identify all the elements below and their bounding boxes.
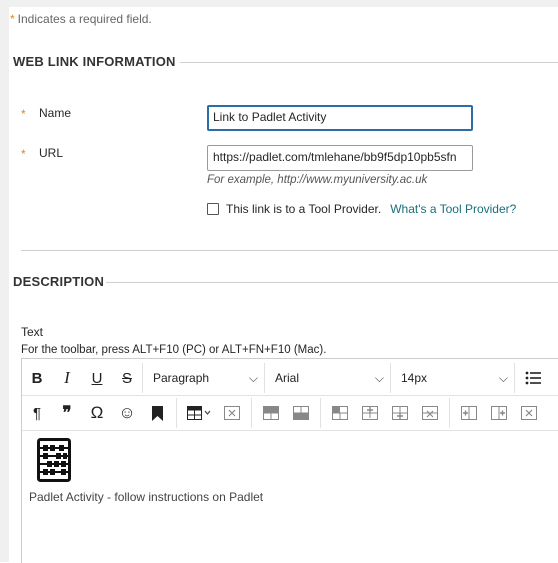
- font-family-value: Arial: [275, 371, 300, 385]
- web-link-section-title: WEB LINK INFORMATION: [13, 54, 176, 69]
- bullet-list-button[interactable]: [514, 363, 554, 393]
- url-field-label: * URL: [21, 146, 64, 161]
- emoji-button[interactable]: ☺: [112, 398, 142, 428]
- italic-button[interactable]: I: [52, 363, 82, 393]
- toolbar-separator: [251, 398, 252, 428]
- required-star-icon: *: [21, 107, 26, 121]
- editor-toolbar-help: For the toolbar, press ALT+F10 (PC) or A…: [21, 344, 327, 356]
- editor-content-area[interactable]: Padlet Activity - follow instructions on…: [22, 431, 558, 561]
- top-strip: [0, 0, 558, 7]
- bookmark-icon: [151, 405, 163, 421]
- merge-cells-button[interactable]: [325, 398, 355, 428]
- tool-provider-help-link[interactable]: What's a Tool Provider?: [390, 202, 516, 216]
- strikethrough-button[interactable]: S: [112, 363, 142, 393]
- section-divider: [21, 250, 558, 251]
- rich-text-editor: B I U S Paragraph ⌵ Arial ⌵ 14px ⌵ ¶ ❞ Ω…: [21, 358, 558, 563]
- insert-row-before-icon: [362, 406, 378, 420]
- delete-table-icon: [224, 406, 240, 420]
- tool-provider-label: This link is to a Tool Provider.: [226, 202, 382, 216]
- toolbar-separator: [449, 398, 450, 428]
- table-row-props-button[interactable]: [256, 398, 286, 428]
- toolbar-row-1: B I U S Paragraph ⌵ Arial ⌵ 14px ⌵: [22, 361, 558, 396]
- font-family-select[interactable]: Arial ⌵: [264, 363, 390, 393]
- required-note-text: Indicates a required field.: [17, 12, 152, 26]
- name-input[interactable]: Link to Padlet Activity: [207, 105, 473, 131]
- insert-column-before-button[interactable]: [454, 398, 484, 428]
- delete-column-icon: [521, 406, 537, 420]
- editor-content-text: Padlet Activity - follow instructions on…: [29, 490, 264, 504]
- url-hint: For example, http://www.myuniversity.ac.…: [207, 174, 428, 186]
- delete-row-icon: [422, 406, 438, 420]
- table-cell-properties-icon: [293, 406, 309, 420]
- insert-column-before-icon: [461, 406, 477, 420]
- bookmark-button[interactable]: [142, 398, 172, 428]
- delete-table-button[interactable]: [217, 398, 247, 428]
- insert-row-before-button[interactable]: [355, 398, 385, 428]
- block-format-value: Paragraph: [153, 371, 210, 385]
- toolbar-separator: [320, 398, 321, 428]
- underline-button[interactable]: U: [82, 363, 112, 393]
- block-format-select[interactable]: Paragraph ⌵: [142, 363, 264, 393]
- abacus-icon: [37, 438, 71, 482]
- toolbar-row-2: ¶ ❞ Ω ☺: [22, 396, 558, 431]
- name-field-label: * Name: [21, 106, 72, 121]
- delete-row-button[interactable]: [415, 398, 445, 428]
- table-cell-props-button[interactable]: [286, 398, 316, 428]
- chevron-down-icon: ⌵: [248, 370, 258, 385]
- insert-row-after-icon: [392, 406, 408, 420]
- font-size-value: 14px: [401, 371, 428, 385]
- bullet-list-icon: [525, 371, 541, 385]
- table-row-properties-icon: [263, 406, 279, 420]
- paragraph-mark-button[interactable]: ¶: [22, 398, 52, 428]
- left-gutter: [0, 0, 9, 562]
- required-star-icon: *: [10, 12, 15, 26]
- insert-table-button[interactable]: [181, 398, 217, 428]
- url-input[interactable]: https://padlet.com/tmlehane/bb9f5dp10pb5…: [207, 145, 473, 171]
- bold-button[interactable]: B: [22, 363, 52, 393]
- chevron-down-icon: ⌵: [374, 370, 384, 385]
- section-rule: [180, 62, 558, 63]
- description-section-title: DESCRIPTION: [13, 274, 105, 289]
- table-icon: [187, 406, 211, 420]
- required-star-icon: *: [21, 147, 26, 161]
- special-character-button[interactable]: Ω: [82, 398, 112, 428]
- merge-cells-icon: [332, 406, 348, 420]
- toolbar-separator: [176, 398, 177, 428]
- required-field-note: * Indicates a required field.: [10, 12, 152, 26]
- insert-column-after-icon: [491, 406, 507, 420]
- insert-column-after-button[interactable]: [484, 398, 514, 428]
- blockquote-button[interactable]: ❞: [52, 398, 82, 428]
- section-rule: [106, 282, 558, 283]
- insert-row-after-button[interactable]: [385, 398, 415, 428]
- delete-column-button[interactable]: [514, 398, 544, 428]
- chevron-down-icon: ⌵: [498, 370, 508, 385]
- editor-label: Text: [21, 325, 44, 339]
- font-size-select[interactable]: 14px ⌵: [390, 363, 514, 393]
- tool-provider-row: This link is to a Tool Provider. What's …: [207, 202, 516, 216]
- tool-provider-checkbox[interactable]: [207, 203, 219, 215]
